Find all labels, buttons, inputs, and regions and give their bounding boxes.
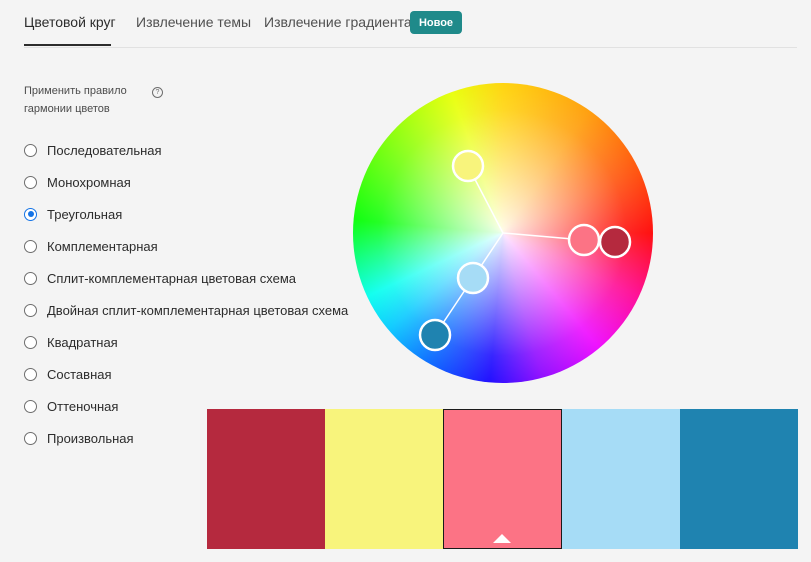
radio-button[interactable] <box>24 335 37 349</box>
harmony-rule-label: Применить правило гармонии цветов <box>24 85 127 115</box>
active-tab-indicator <box>24 44 111 46</box>
swatch-5[interactable] <box>680 409 798 549</box>
swatch-4[interactable] <box>562 409 681 549</box>
color-handle-blue[interactable] <box>418 318 452 352</box>
harmony-option-monochromatic[interactable]: Монохромная <box>24 166 348 198</box>
harmony-options: Последовательная Монохромная Треугольная… <box>24 134 348 454</box>
radio-button-checked[interactable] <box>24 207 37 221</box>
radio-button[interactable] <box>24 239 37 253</box>
color-handle-red[interactable] <box>598 225 632 259</box>
harmony-lines <box>418 149 632 352</box>
color-handle-yellow[interactable] <box>451 149 485 183</box>
harmony-option-compound[interactable]: Составная <box>24 358 348 390</box>
tab-bar: Цветовой круг Извлечение темы Извлечение… <box>24 0 797 48</box>
tab-extract-gradient[interactable]: Извлечение градиента <box>264 14 412 30</box>
harmony-option-triad[interactable]: Треугольная <box>24 198 348 230</box>
radio-button[interactable] <box>24 399 37 413</box>
radio-button[interactable] <box>24 303 37 317</box>
radio-button[interactable] <box>24 431 37 445</box>
question-circle-icon[interactable]: ? <box>152 87 163 98</box>
tab-color-wheel[interactable]: Цветовой круг <box>24 14 116 30</box>
harmony-option-double-split-complementary[interactable]: Двойная сплит-комплементарная цветовая с… <box>24 294 348 326</box>
color-wheel[interactable] <box>353 83 653 383</box>
harmony-option-split-complementary[interactable]: Сплит-комплементарная цветовая схема <box>24 262 348 294</box>
swatch-3-base[interactable] <box>442 409 563 549</box>
harmony-option-analogous[interactable]: Последовательная <box>24 134 348 166</box>
color-handle-pink-base[interactable] <box>567 223 601 257</box>
base-color-caret-icon <box>493 534 512 543</box>
tab-extract-theme[interactable]: Извлечение темы <box>136 14 251 30</box>
radio-button[interactable] <box>24 367 37 381</box>
swatch-2[interactable] <box>324 409 443 549</box>
harmony-option-square[interactable]: Квадратная <box>24 326 348 358</box>
radio-button[interactable] <box>24 143 37 157</box>
color-swatches <box>207 409 798 549</box>
swatch-1[interactable] <box>207 409 325 549</box>
radio-button[interactable] <box>24 175 37 189</box>
new-badge: Новое <box>410 11 462 34</box>
color-handle-light-blue[interactable] <box>456 261 490 295</box>
harmony-option-complementary[interactable]: Комплементарная <box>24 230 348 262</box>
radio-button[interactable] <box>24 271 37 285</box>
